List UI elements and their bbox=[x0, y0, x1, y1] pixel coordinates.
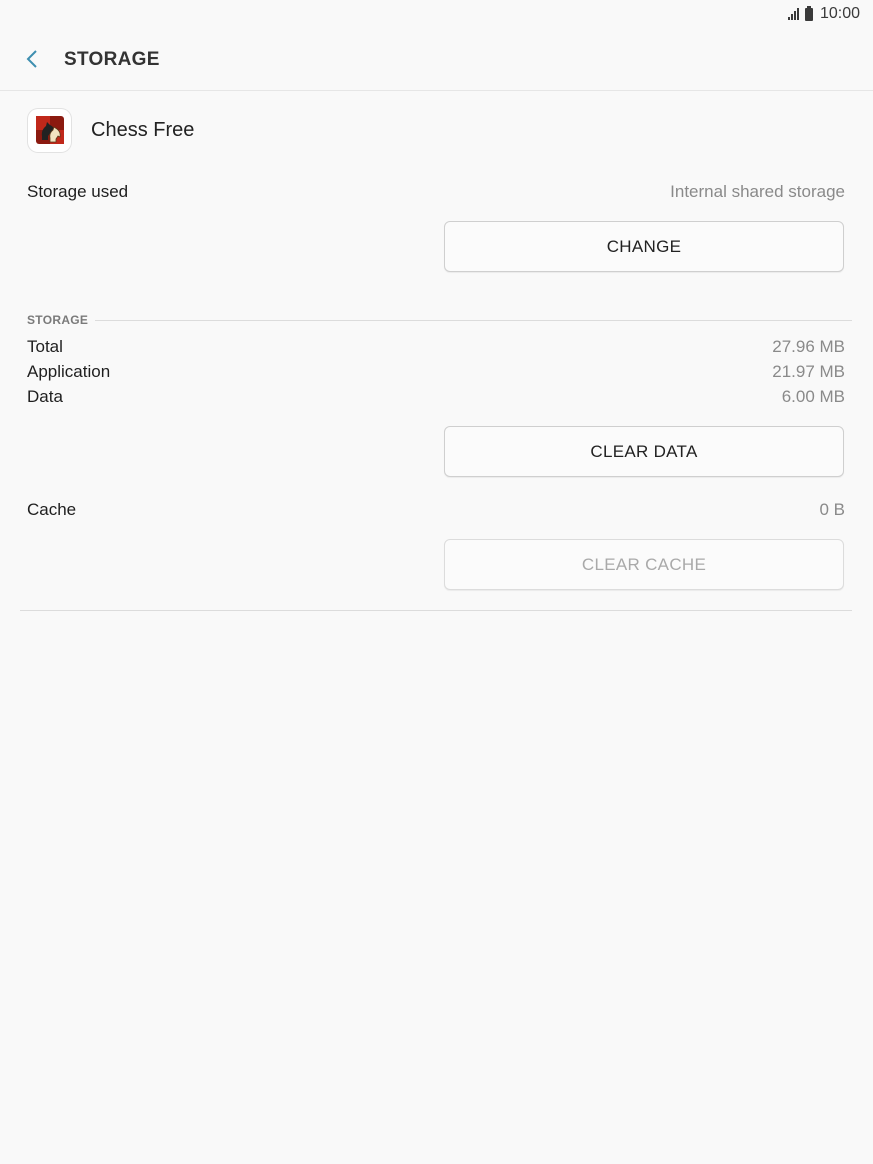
signal-icon bbox=[787, 8, 799, 20]
chess-app-icon bbox=[28, 108, 71, 152]
status-bar: 10:00 bbox=[0, 0, 873, 28]
battery-icon bbox=[804, 5, 813, 21]
storage-used-label: Storage used bbox=[27, 182, 129, 201]
total-label: Total bbox=[27, 337, 63, 356]
total-value: 27.96 MB bbox=[772, 337, 845, 356]
storage-section-header: STORAGE bbox=[27, 311, 852, 329]
storage-used-row: Storage used Internal shared storage bbox=[27, 182, 845, 202]
section-divider bbox=[95, 319, 852, 321]
clear-data-button[interactable]: CLEAR DATA bbox=[444, 426, 844, 477]
application-label: Application bbox=[27, 362, 111, 381]
application-value: 21.97 MB bbox=[772, 362, 845, 381]
data-label: Data bbox=[27, 387, 63, 406]
app-name: Chess Free bbox=[91, 118, 195, 141]
bottom-divider bbox=[20, 610, 852, 611]
cache-value: 0 B bbox=[819, 500, 845, 519]
status-time: 10:00 bbox=[819, 5, 860, 22]
app-info-row: Chess Free bbox=[28, 108, 194, 152]
storage-section-label: STORAGE bbox=[27, 313, 89, 327]
cache-label: Cache bbox=[27, 500, 77, 519]
storage-used-value: Internal shared storage bbox=[670, 182, 845, 201]
clear-cache-button[interactable]: CLEAR CACHE bbox=[444, 539, 844, 590]
application-row: Application 21.97 MB bbox=[27, 362, 845, 382]
data-value: 6.00 MB bbox=[781, 387, 845, 406]
page-title: STORAGE bbox=[64, 49, 160, 70]
data-row: Data 6.00 MB bbox=[27, 387, 845, 407]
chevron-left-icon bbox=[26, 50, 37, 68]
total-row: Total 27.96 MB bbox=[27, 337, 845, 357]
change-button[interactable]: CHANGE bbox=[444, 221, 844, 272]
app-bar: STORAGE bbox=[0, 28, 873, 91]
back-button[interactable] bbox=[17, 44, 47, 74]
cache-row: Cache 0 B bbox=[27, 500, 845, 520]
